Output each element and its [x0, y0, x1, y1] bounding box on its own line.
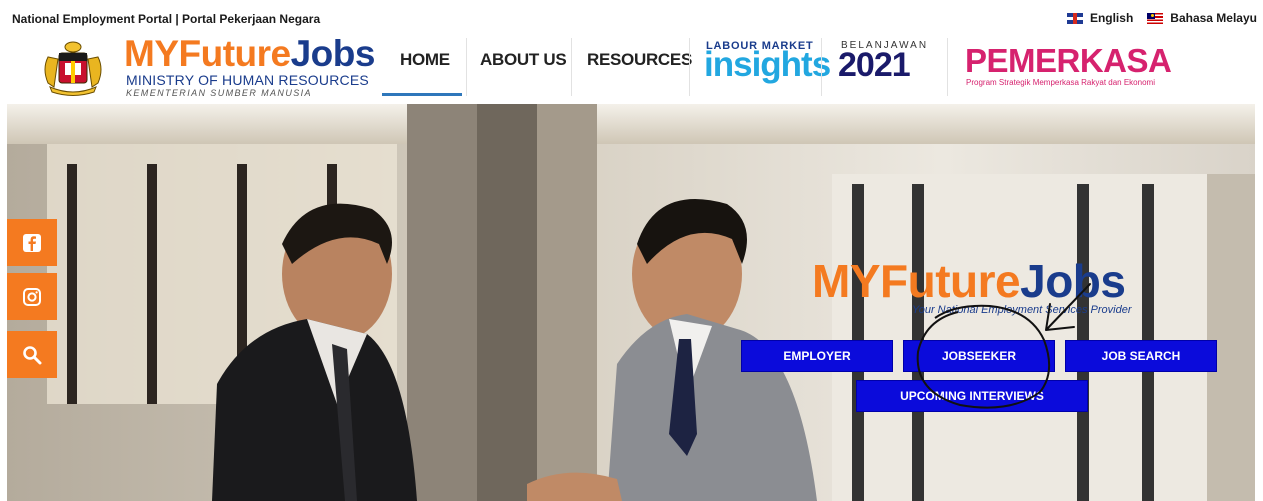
instagram-button[interactable]	[7, 273, 57, 320]
logo-prefix: MYFuture	[124, 33, 291, 74]
nav-about-us[interactable]: ABOUT US	[480, 50, 567, 70]
search-icon	[23, 345, 42, 364]
facebook-icon	[23, 233, 41, 252]
job-search-button[interactable]: JOB SEARCH	[1065, 340, 1217, 372]
nav-home[interactable]: HOME	[400, 50, 450, 70]
nav-divider	[571, 38, 572, 96]
instagram-icon	[23, 287, 41, 306]
search-button[interactable]	[7, 331, 57, 378]
coat-of-arms-icon	[44, 41, 102, 96]
nav-divider	[947, 38, 948, 96]
nav-active-indicator	[382, 93, 462, 96]
site-logo[interactable]: MYFutureJobs	[124, 33, 375, 75]
pemerkasa-tagline: Program Strategik Memperkasa Rakyat dan …	[966, 78, 1155, 87]
nav-divider	[466, 38, 467, 96]
employer-button[interactable]: EMPLOYER	[741, 340, 893, 372]
top-bar: National Employment Portal | Portal Peke…	[0, 0, 1263, 34]
facebook-button[interactable]	[7, 219, 57, 266]
malaysia-flag-icon	[1147, 12, 1164, 24]
ministry-name: MINISTRY OF HUMAN RESOURCES	[126, 72, 369, 88]
language-switcher: English Bahasa Melayu	[1066, 11, 1257, 25]
labour-market-insights-link[interactable]: insights	[704, 47, 831, 83]
upcoming-interviews-button[interactable]: UPCOMING INTERVIEWS	[856, 380, 1088, 412]
nav-resources[interactable]: RESOURCES	[587, 50, 692, 70]
logo-suffix: Jobs	[290, 33, 376, 74]
hero-logo: MYFutureJobs	[812, 255, 1126, 307]
pemerkasa-link[interactable]: PEMERKASA	[965, 43, 1172, 79]
language-english-link[interactable]: English	[1090, 11, 1133, 25]
nav-divider	[689, 38, 690, 96]
uk-flag-icon	[1066, 12, 1083, 24]
ministry-name-malay: KEMENTERIAN SUMBER MANUSIA	[126, 88, 312, 98]
portal-title: National Employment Portal | Portal Peke…	[12, 12, 321, 26]
hero-logo-suffix: Jobs	[1020, 255, 1126, 307]
nav-divider	[821, 38, 822, 96]
jobseeker-button[interactable]: JOBSEEKER	[903, 340, 1055, 372]
belanjawan-2021-link[interactable]: 2021	[838, 47, 911, 83]
language-malay-link[interactable]: Bahasa Melayu	[1170, 11, 1257, 25]
hero-logo-prefix: MYFuture	[812, 255, 1021, 307]
hero-tagline: Your National Employment Services Provid…	[912, 304, 1132, 316]
